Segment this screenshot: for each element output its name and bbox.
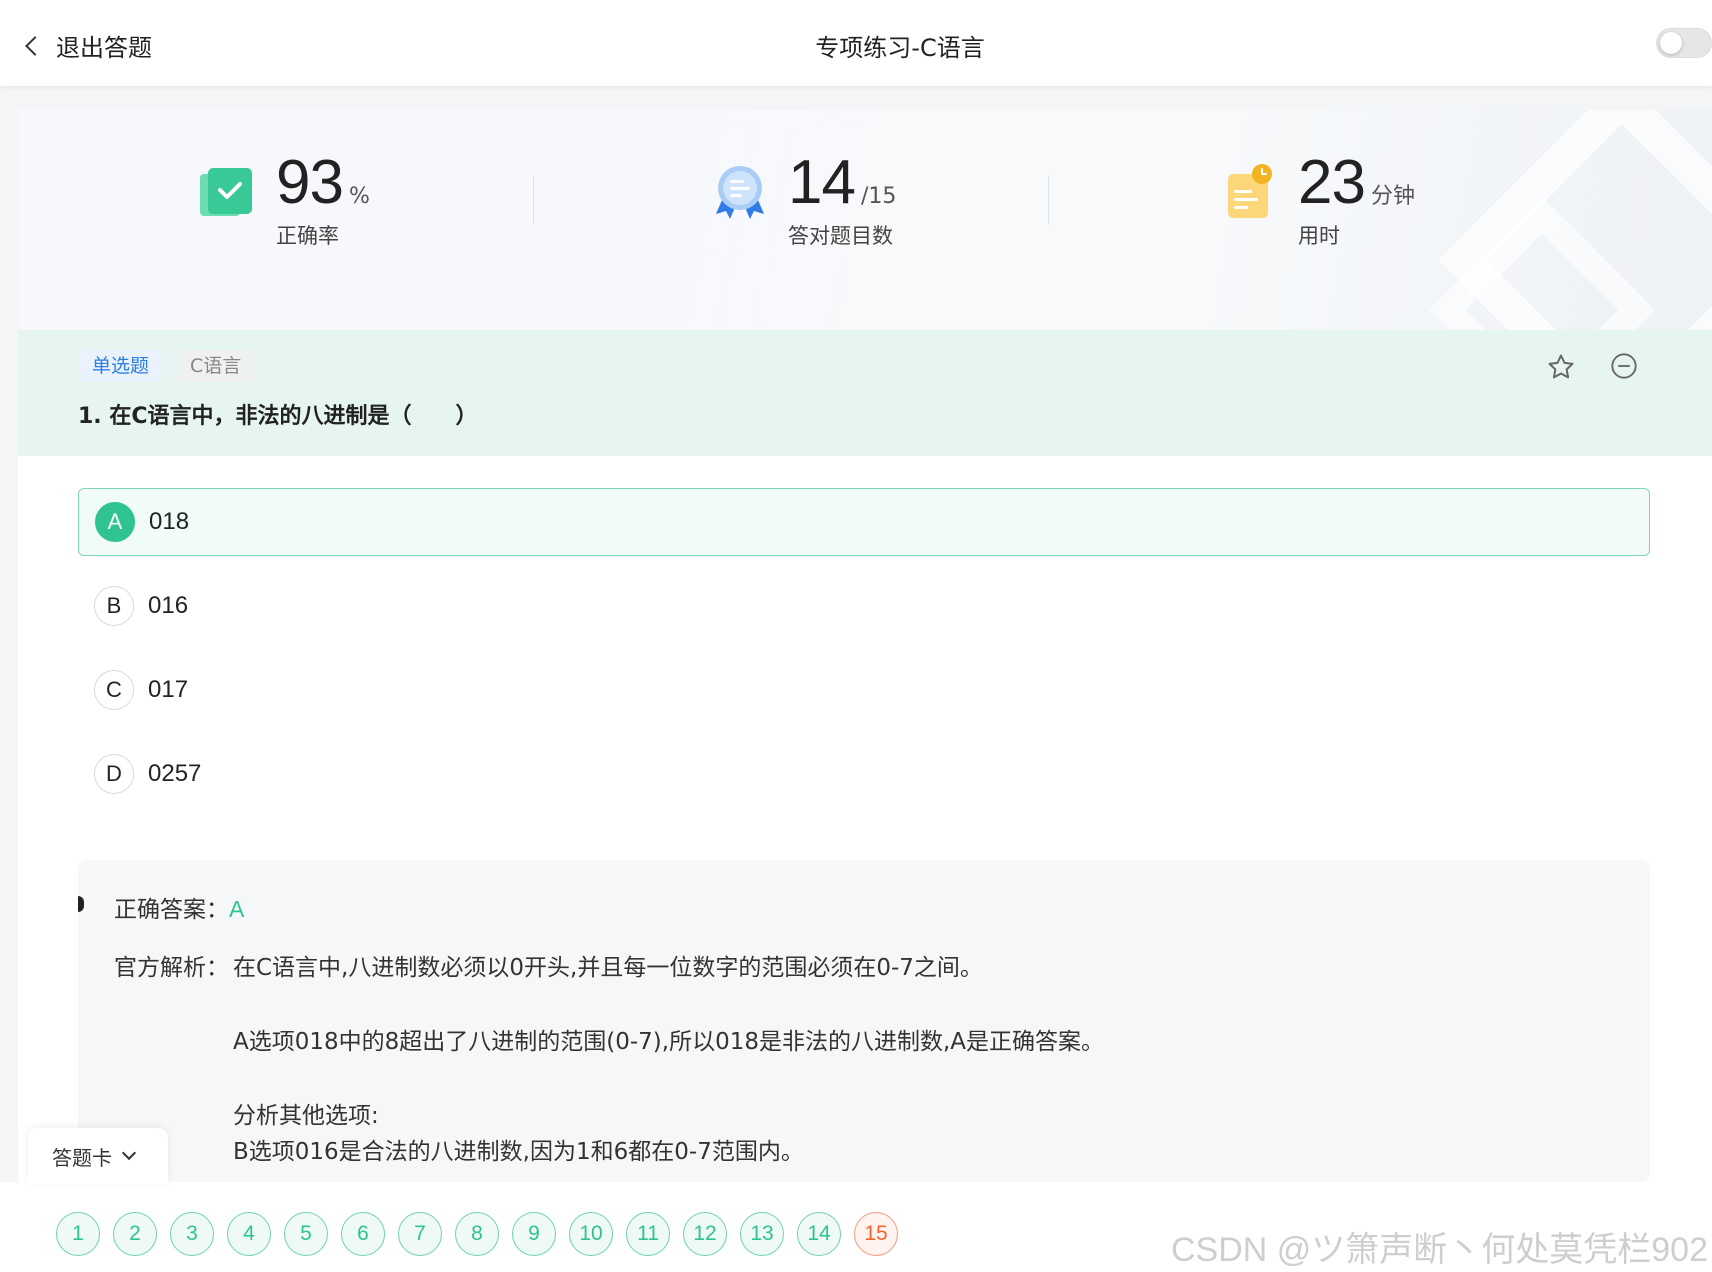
question-number-button[interactable]: 6 <box>341 1212 385 1256</box>
correct-unit: /15 <box>860 184 897 209</box>
correct-value: 14 <box>788 148 856 217</box>
answer-card-toggle[interactable]: 答题卡 <box>28 1128 168 1184</box>
question-number-button[interactable]: 4 <box>227 1212 271 1256</box>
divider <box>533 175 534 225</box>
explanation-line: A选项018中的8超出了八进制的范围(0-7),所以018是非法的八进制数,A是… <box>233 1029 1105 1055</box>
correct-answer-row: 正确答案：A <box>114 890 244 924</box>
accuracy-value: 93 <box>276 148 344 217</box>
option-key: A <box>95 502 135 542</box>
time-value: 23 <box>1298 148 1366 217</box>
analysis-panel: 正确答案：A 官方解析： 在C语言中,八进制数必须以0开头,并且每一位数字的范围… <box>78 860 1650 1182</box>
stat-accuracy: 93% 正确率 <box>196 150 370 250</box>
explanation-label: 官方解析： <box>114 955 229 981</box>
question-number-button[interactable]: 7 <box>398 1212 442 1256</box>
time-label: 用时 <box>1298 224 1340 248</box>
correct-answer-value: A <box>229 896 245 922</box>
explanation-line: 分析其他选项: <box>233 1103 379 1129</box>
page-title: 专项练习-C语言 <box>815 34 985 62</box>
option-text: 0257 <box>148 760 202 787</box>
question-text: 1. 在C语言中，非法的八进制是（ ） <box>78 404 478 429</box>
question-type-tag: 单选题 <box>80 350 162 382</box>
correct-answer-label: 正确答案： <box>114 897 229 923</box>
question-number-button[interactable]: 12 <box>683 1212 727 1256</box>
option-b[interactable]: B 016 <box>78 572 1650 640</box>
option-key: D <box>94 754 134 794</box>
medal-icon <box>708 160 772 224</box>
option-text: 017 <box>148 676 189 703</box>
question-number-button[interactable]: 15 <box>854 1212 898 1256</box>
question-number-button[interactable]: 1 <box>56 1212 100 1256</box>
option-text: 018 <box>149 508 190 535</box>
question-number-button[interactable]: 11 <box>626 1212 670 1256</box>
clock-note-icon <box>1218 160 1282 224</box>
mode-toggle[interactable] <box>1656 28 1712 58</box>
check-book-icon <box>196 160 260 224</box>
option-text: 016 <box>148 592 189 619</box>
question-number-button[interactable]: 5 <box>284 1212 328 1256</box>
divider <box>1048 175 1049 225</box>
option-d[interactable]: D 0257 <box>78 740 1650 808</box>
option-a[interactable]: A 018 <box>78 488 1650 556</box>
result-card: 93% 正确率 14/15 答对题目数 23 分钟 用时 单选题 C语言 1. … <box>18 110 1712 1272</box>
stats-panel: 93% 正确率 14/15 答对题目数 23 分钟 用时 <box>18 110 1712 330</box>
top-bar: 退出答题 专项练习-C语言 <box>0 0 1712 86</box>
time-unit: 分钟 <box>1370 184 1415 209</box>
question-number-button[interactable]: 9 <box>512 1212 556 1256</box>
remove-circle-icon[interactable] <box>1610 352 1638 380</box>
option-c[interactable]: C 017 <box>78 656 1650 724</box>
watermark: CSDN @ツ箫声断丶何处莫凭栏902 <box>1170 1231 1708 1269</box>
favorite-star-icon[interactable] <box>1546 352 1576 382</box>
question-number-button[interactable]: 2 <box>113 1212 157 1256</box>
chevron-down-icon <box>121 1145 137 1161</box>
correct-label: 答对题目数 <box>788 224 893 248</box>
subject-tag: C语言 <box>178 350 254 382</box>
option-key: B <box>94 586 134 626</box>
answer-card-label: 答题卡 <box>52 1145 112 1170</box>
question-number-button[interactable]: 3 <box>170 1212 214 1256</box>
question-number-list: 1 2 3 4 5 6 7 8 9 10 11 12 13 14 15 <box>56 1212 911 1256</box>
stat-correct-count: 14/15 答对题目数 <box>708 150 896 250</box>
explanation-line: B选项016是合法的八进制数,因为1和6都在0-7范围内。 <box>233 1139 804 1165</box>
question-number-button[interactable]: 10 <box>569 1212 613 1256</box>
question-header: 单选题 C语言 1. 在C语言中，非法的八进制是（ ） <box>18 330 1712 456</box>
accuracy-unit: % <box>348 184 370 209</box>
stat-time: 23 分钟 用时 <box>1218 150 1415 250</box>
option-key: C <box>94 670 134 710</box>
bullet-marker <box>78 896 84 912</box>
question-number-button[interactable]: 8 <box>455 1212 499 1256</box>
question-number-button[interactable]: 13 <box>740 1212 784 1256</box>
explanation-line: 在C语言中,八进制数必须以0开头,并且每一位数字的范围必须在0-7之间。 <box>233 955 983 981</box>
answer-card-bar: 1 2 3 4 5 6 7 8 9 10 11 12 13 14 15 CSDN @ツ箫声断丶何处莫凭栏90… <box>0 1182 1712 1272</box>
accuracy-label: 正确率 <box>276 224 339 248</box>
question-number-button[interactable]: 14 <box>797 1212 841 1256</box>
